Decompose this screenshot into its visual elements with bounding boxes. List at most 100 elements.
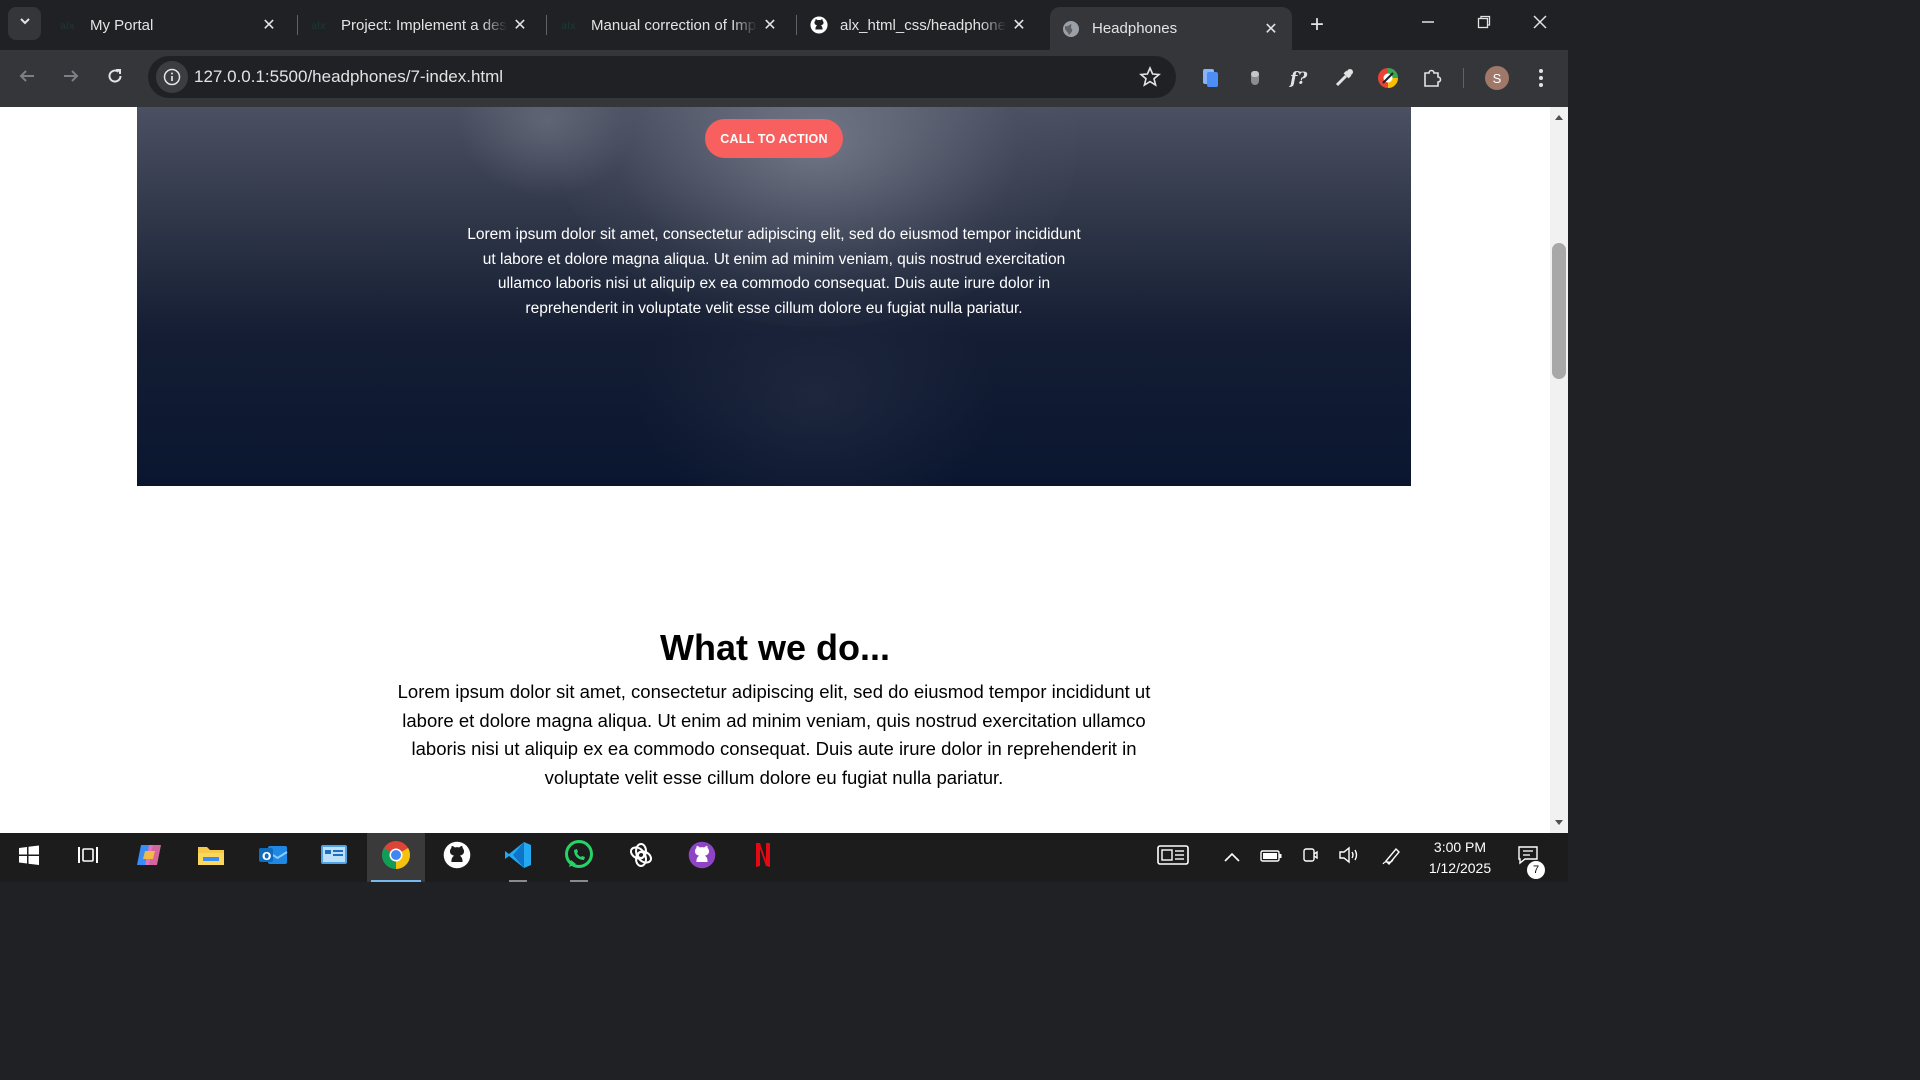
tab-search-button[interactable]	[8, 7, 41, 40]
control-panel-icon	[320, 843, 348, 872]
netflix-icon	[754, 842, 772, 873]
chrome-app[interactable]	[367, 833, 425, 882]
extension-font-icon[interactable]: f?	[1286, 64, 1314, 92]
chrome-icon	[381, 840, 411, 875]
arrow-right-icon	[62, 67, 80, 90]
whatsapp-app[interactable]	[550, 833, 608, 882]
pen-icon	[1382, 845, 1404, 870]
file-explorer-app[interactable]	[182, 833, 240, 882]
system-clock[interactable]: 3:00 PM 1/12/2025	[1420, 837, 1500, 879]
svg-text:alx: alx	[561, 21, 576, 30]
tab-github-repo[interactable]: alx_html_css/headphones ✕	[798, 7, 1040, 43]
windows-logo-icon	[18, 844, 40, 871]
running-indicator	[509, 880, 527, 882]
tab-title: My Portal	[90, 16, 154, 34]
tab-title: Manual correction of Improvements	[591, 16, 757, 34]
svg-text:alx: alx	[60, 21, 75, 30]
news-icon	[1157, 844, 1189, 871]
browser-toolbar: 127.0.0.1:5500/headphones/7-index.html f…	[0, 50, 1568, 107]
tab-title: Headphones	[1092, 20, 1178, 37]
outlook-app[interactable]: O	[244, 833, 302, 882]
section-paragraph: Lorem ipsum dolor sit amet, consectetur …	[397, 681, 1151, 789]
reload-button[interactable]	[98, 61, 132, 95]
github-app[interactable]	[673, 833, 731, 882]
call-to-action-button[interactable]: CALL TO ACTION	[705, 119, 843, 158]
close-window-button[interactable]	[1512, 0, 1568, 48]
github-icon	[810, 16, 828, 34]
svg-text:O: O	[262, 850, 271, 863]
chevron-down-icon	[18, 14, 32, 33]
scroll-down-arrow-icon[interactable]	[1550, 815, 1568, 831]
whatsapp-icon	[564, 840, 594, 875]
outlook-icon: O	[258, 842, 288, 873]
github-desktop-app[interactable]	[428, 833, 486, 882]
close-icon	[1532, 14, 1548, 35]
page-viewport: CALL TO ACTION Lorem ipsum dolor sit ame…	[0, 107, 1550, 833]
folder-icon	[197, 843, 225, 872]
tab-separator	[546, 15, 547, 35]
alx-favicon-icon: alx	[60, 16, 78, 34]
tab-headphones[interactable]: Headphones ✕	[1050, 7, 1292, 50]
start-button[interactable]	[0, 833, 58, 882]
toolbar-divider	[1463, 68, 1464, 88]
eyedropper-icon[interactable]	[1330, 64, 1358, 92]
tab-title: alx_html_css/headphones	[840, 16, 1006, 34]
minimize-button[interactable]	[1400, 0, 1456, 48]
tab-separator	[796, 15, 797, 35]
extensions-puzzle-icon[interactable]	[1418, 64, 1446, 92]
vscode-icon	[503, 840, 533, 875]
star-icon[interactable]	[1138, 65, 1162, 89]
page-scrollbar[interactable]	[1550, 107, 1568, 833]
clock-time: 3:00 PM	[1433, 839, 1487, 855]
alx-favicon-icon: alx	[561, 16, 579, 34]
scroll-up-arrow-icon[interactable]	[1550, 109, 1568, 125]
notification-count-badge: 7	[1527, 861, 1545, 879]
active-indicator	[371, 880, 421, 882]
forward-button[interactable]	[54, 61, 88, 95]
close-icon[interactable]: ✕	[1258, 16, 1284, 42]
battery-status[interactable]	[1256, 833, 1286, 882]
github-icon	[443, 841, 471, 874]
pen-menu[interactable]	[1378, 833, 1408, 882]
restore-button[interactable]	[1456, 0, 1512, 48]
chatgpt-app[interactable]	[612, 833, 670, 882]
tab-manual-correction[interactable]: alx Manual correction of Improvements ✕	[549, 7, 791, 43]
extension-copy-icon[interactable]	[1197, 64, 1225, 92]
extension-color-icon[interactable]	[1374, 64, 1402, 92]
copilot-app[interactable]	[121, 833, 179, 882]
show-hidden-icons-button[interactable]	[1218, 833, 1246, 882]
tab-my-portal[interactable]: alx My Portal ✕	[48, 7, 290, 43]
hero-paragraph: Lorem ipsum dolor sit amet, consectetur …	[467, 226, 1081, 317]
vscode-app[interactable]	[489, 833, 547, 882]
news-widget[interactable]	[1152, 833, 1194, 882]
address-bar[interactable]: 127.0.0.1:5500/headphones/7-index.html	[148, 56, 1176, 98]
scrollbar-thumb[interactable]	[1552, 243, 1566, 379]
netflix-app[interactable]	[734, 833, 792, 882]
new-tab-button[interactable]: +	[1302, 10, 1332, 40]
close-icon[interactable]: ✕	[757, 12, 783, 38]
back-button[interactable]	[10, 61, 44, 95]
alx-favicon-icon: alx	[311, 16, 329, 34]
reload-icon	[106, 67, 124, 90]
chevron-up-icon	[1224, 849, 1240, 867]
extension-capsule-icon[interactable]	[1241, 64, 1269, 92]
globe-icon	[1062, 20, 1080, 38]
more-menu-icon[interactable]	[1527, 64, 1555, 92]
task-view-button[interactable]	[59, 833, 117, 882]
hero-banner: CALL TO ACTION Lorem ipsum dolor sit ame…	[137, 107, 1411, 486]
meet-status[interactable]	[1296, 833, 1324, 882]
site-info-icon[interactable]	[156, 61, 188, 93]
svg-text:f?: f?	[1289, 69, 1308, 89]
svg-text:alx: alx	[311, 21, 326, 30]
chatgpt-icon	[628, 842, 654, 873]
close-icon[interactable]: ✕	[507, 12, 533, 38]
tab-project[interactable]: alx Project: Implement a design ✕	[299, 7, 541, 43]
copilot-icon	[135, 841, 165, 874]
profile-avatar[interactable]: S	[1485, 66, 1509, 90]
close-icon[interactable]: ✕	[256, 12, 282, 38]
close-icon[interactable]: ✕	[1006, 12, 1032, 38]
url-text[interactable]: 127.0.0.1:5500/headphones/7-index.html	[194, 67, 503, 87]
control-panel-app[interactable]	[305, 833, 363, 882]
section-title: What we do...	[660, 627, 890, 668]
volume-control[interactable]	[1334, 833, 1364, 882]
